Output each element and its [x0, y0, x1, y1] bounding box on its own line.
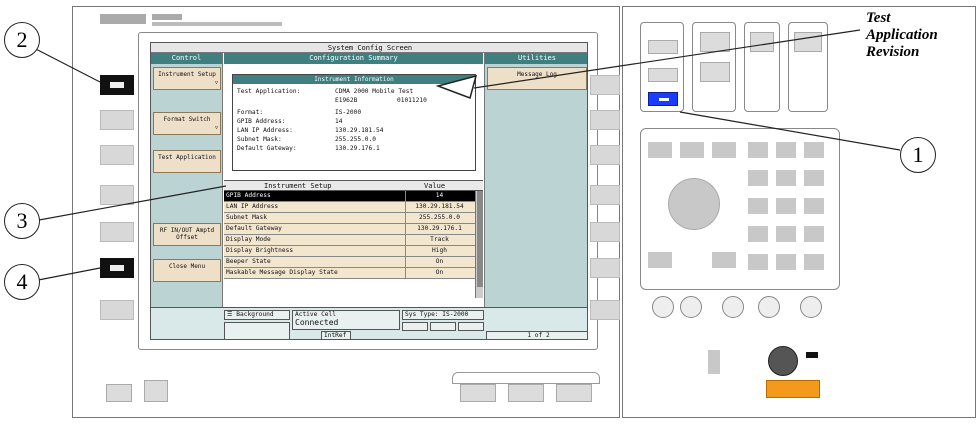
callout-line-2 — [27, 44, 101, 83]
callout-label-line: Application — [866, 27, 938, 43]
test-application-revision-callout: Test Application Revision — [866, 10, 938, 61]
callout-line-1 — [679, 111, 901, 151]
callout-label-line: Revision — [866, 44, 920, 60]
callout-arrow-head — [435, 74, 478, 99]
callout-line-3 — [27, 185, 227, 223]
callout-3: 3 — [4, 203, 40, 239]
callout-lines — [27, 29, 901, 283]
callout-1: 1 — [900, 137, 936, 173]
callout-line-revision — [473, 29, 861, 89]
callout-label-line: Test — [866, 10, 891, 26]
callout-2: 2 — [4, 22, 40, 58]
callout-4: 4 — [4, 264, 40, 300]
